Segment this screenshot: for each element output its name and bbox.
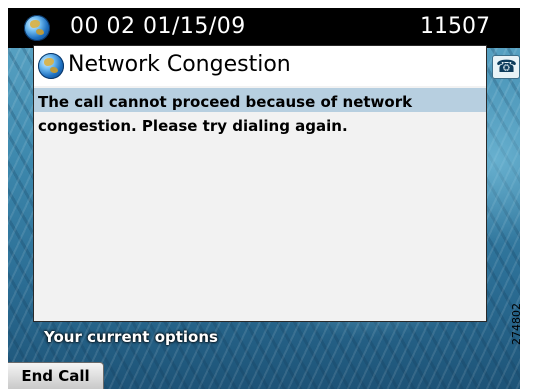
- phone-icon: ☎: [496, 57, 518, 77]
- alert-dialog: Network Congestion The call cannot proce…: [33, 45, 487, 322]
- extension-number: 11507: [420, 14, 490, 39]
- status-bar: 00 02 01/15/09 11507: [8, 8, 520, 48]
- phone-screen: 00 02 01/15/09 11507 ☎ Network Congestio…: [8, 8, 520, 389]
- end-call-softkey[interactable]: End Call: [8, 362, 104, 389]
- dialog-title: Network Congestion: [68, 52, 291, 77]
- dialog-header: Network Congestion: [34, 46, 486, 86]
- globe-icon: [38, 53, 64, 79]
- options-label: Your current options: [44, 328, 218, 346]
- datetime-display: 00 02 01/15/09: [70, 14, 246, 39]
- figure-id: 274802: [510, 303, 523, 345]
- dialog-message: The call cannot proceed because of netwo…: [38, 93, 413, 135]
- globe-icon: [24, 15, 50, 41]
- line-button[interactable]: ☎: [492, 55, 520, 79]
